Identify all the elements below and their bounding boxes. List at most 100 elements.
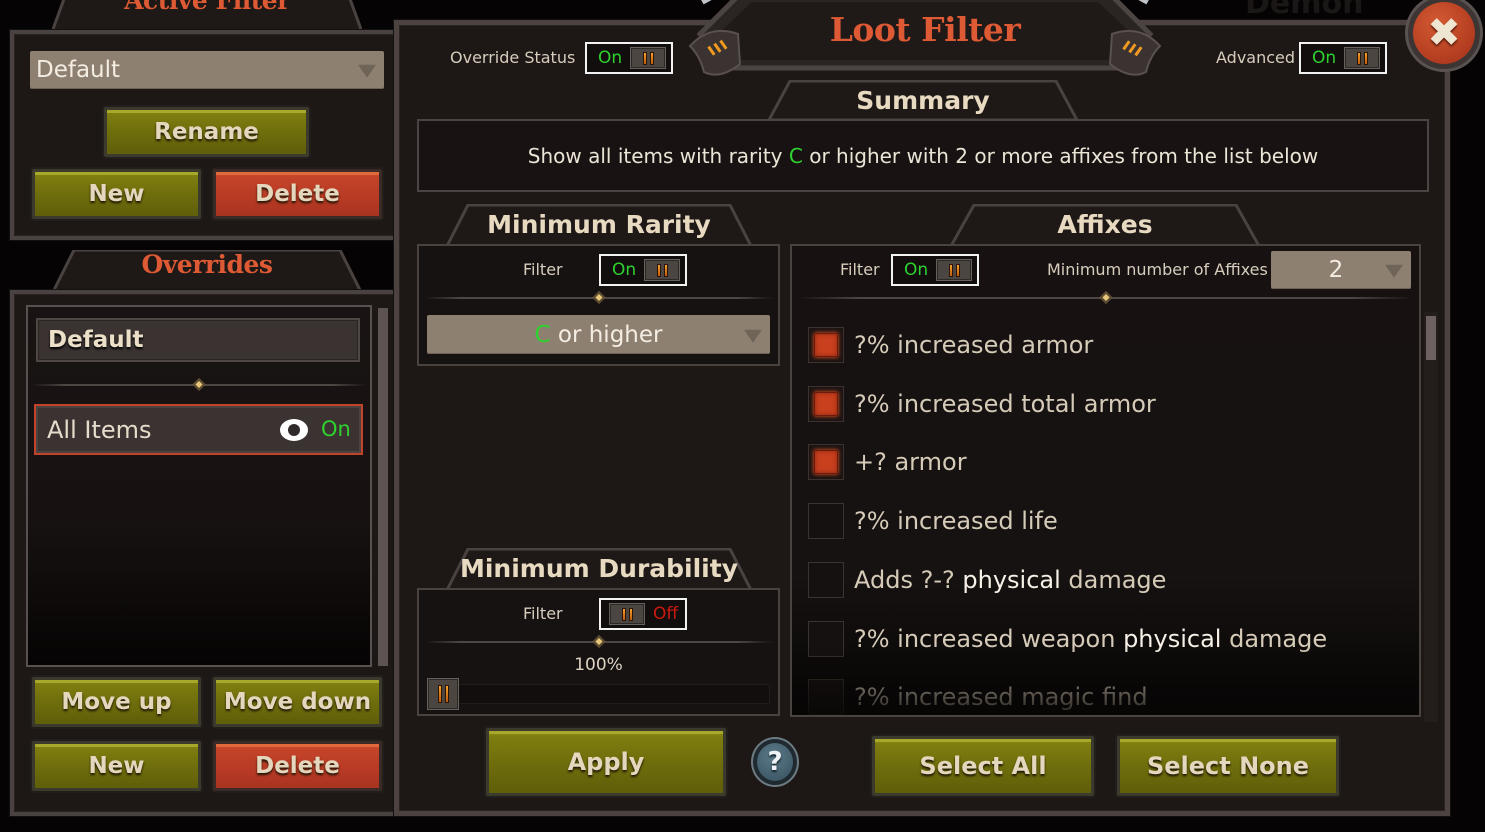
override-item-status: On xyxy=(321,417,351,441)
question-mark-icon: ? xyxy=(757,743,793,781)
rename-filter-button[interactable]: Rename xyxy=(104,107,309,157)
affix-label-part: Adds ?-? xyxy=(854,565,963,594)
toggle-knob-icon xyxy=(609,603,645,625)
override-item-label: Default xyxy=(48,327,144,353)
affix-label-part: ?% increased armor xyxy=(854,331,1094,359)
summary-box: Show all items with rarity C or higher w… xyxy=(417,119,1429,192)
summary-rarity: C xyxy=(788,143,803,168)
rarity-filter-label: Filter xyxy=(523,260,563,279)
chevron-down-icon xyxy=(358,64,376,78)
affix-label: ?% increased armor xyxy=(854,331,1093,359)
min-affixes-value: 2 xyxy=(1328,257,1344,283)
affixes-divider xyxy=(798,291,1413,304)
affix-label: +? armor xyxy=(854,448,967,476)
check-mark-icon xyxy=(814,391,838,416)
check-mark-icon xyxy=(814,333,838,357)
check-mark-icon xyxy=(814,450,838,475)
move-down-button[interactable]: Move down xyxy=(213,677,382,727)
summary-text-after: or higher with 2 or more affixes from th… xyxy=(802,143,1319,168)
chevron-down-icon xyxy=(1385,264,1403,278)
close-x-icon: ✖ xyxy=(1413,2,1475,64)
affix-label-part: physical xyxy=(962,565,1061,594)
override-status-label: Override Status xyxy=(450,48,576,67)
affix-label: ?% increased total armor xyxy=(854,390,1156,418)
minimum-rarity-tab: Minimum Rarity xyxy=(446,204,752,246)
affix-row[interactable]: ?% increased life xyxy=(808,502,1058,540)
min-affixes-dropdown[interactable]: 2 xyxy=(1271,251,1411,289)
checkbox-checked[interactable] xyxy=(808,444,844,481)
checkbox-checked[interactable] xyxy=(808,385,844,422)
new-filter-button[interactable]: New xyxy=(32,169,201,219)
close-button[interactable]: ✖ xyxy=(1405,0,1483,72)
affixes-filter-label: Filter xyxy=(840,260,880,279)
durability-value: 100% xyxy=(574,655,623,675)
rarity-filter-toggle[interactable]: On xyxy=(599,254,687,286)
active-filter-dropdown[interactable]: Default xyxy=(30,51,384,89)
active-filter-selected: Default xyxy=(36,57,121,83)
rarity-dropdown[interactable]: C or higher xyxy=(427,315,770,354)
toggle-knob-icon xyxy=(644,259,681,281)
minimum-durability-title: Minimum Durability xyxy=(459,554,738,583)
min-affixes-label: Minimum number of Affixes xyxy=(1047,260,1268,279)
rarity-divider xyxy=(425,291,773,304)
eye-visibility-icon[interactable] xyxy=(280,419,308,441)
affixes-scroll-thumb[interactable] xyxy=(1426,316,1436,360)
checkbox-checked[interactable] xyxy=(808,327,844,363)
select-none-button[interactable]: Select None xyxy=(1117,736,1339,796)
delete-filter-button[interactable]: Delete xyxy=(213,169,382,219)
list-fade xyxy=(792,645,1419,715)
toggle-knob-icon xyxy=(936,259,973,281)
affix-label-part: damage xyxy=(1060,565,1167,594)
toggle-state: On xyxy=(904,260,929,280)
affixes-scrollbar[interactable] xyxy=(1424,312,1438,722)
checkbox-unchecked[interactable] xyxy=(808,503,844,540)
move-up-button[interactable]: Move up xyxy=(32,677,201,727)
durability-filter-label: Filter xyxy=(523,604,563,623)
minimum-durability-tab: Minimum Durability xyxy=(446,548,752,590)
override-item-label: All Items xyxy=(47,415,152,444)
summary-text-before: Show all items with rarity xyxy=(527,143,789,168)
loot-filter-title: Loot Filter xyxy=(829,10,1021,49)
select-all-button[interactable]: Select All xyxy=(872,736,1094,796)
slider-handle[interactable] xyxy=(427,678,459,710)
affix-label-part: +? armor xyxy=(854,448,967,477)
active-filter-title: Active Filter xyxy=(124,0,290,15)
toggle-state: On xyxy=(612,260,637,280)
overrides-scrollbar[interactable] xyxy=(378,308,388,666)
toggle-state: Off xyxy=(653,604,679,624)
override-item-default[interactable]: Default xyxy=(36,318,360,362)
rarity-selected-suffix: or higher xyxy=(550,321,663,348)
affixes-title: Affixes xyxy=(1057,210,1153,239)
durability-filter-toggle[interactable]: Off xyxy=(599,598,687,630)
durability-slider[interactable] xyxy=(427,678,770,710)
advanced-label: Advanced xyxy=(1216,48,1296,67)
affix-row[interactable]: ?% increased armor xyxy=(808,326,1093,364)
override-item-all-items[interactable]: All Items On xyxy=(34,404,363,455)
help-button[interactable]: ? xyxy=(751,737,799,787)
new-override-button[interactable]: New xyxy=(32,741,201,791)
active-filter-tab: Active Filter xyxy=(52,0,362,32)
affix-label: Adds ?-? physical damage xyxy=(854,566,1166,594)
affixes-box: ?% increased armor ?% increased total arm… xyxy=(790,244,1421,717)
checkbox-unchecked[interactable] xyxy=(808,561,844,598)
affix-row[interactable]: Adds ?-? physical damage xyxy=(808,561,1166,599)
toggle-state: On xyxy=(1312,48,1337,68)
advanced-toggle[interactable]: On xyxy=(1299,42,1387,74)
overrides-divider xyxy=(32,378,366,391)
minimum-rarity-title: Minimum Rarity xyxy=(487,210,711,239)
background-ghost-text: Demon xyxy=(1245,0,1364,21)
affix-row[interactable]: ?% increased total armor xyxy=(808,385,1156,423)
summary-title: Summary xyxy=(856,86,990,115)
affix-label: ?% increased life xyxy=(854,507,1058,535)
toggle-knob-icon xyxy=(1344,47,1381,69)
delete-override-button[interactable]: Delete xyxy=(213,741,382,791)
override-status-toggle[interactable]: On xyxy=(585,42,673,74)
affix-row[interactable]: +? armor xyxy=(808,443,967,481)
toggle-knob-icon xyxy=(630,47,667,69)
summary-tab: Summary xyxy=(768,80,1078,120)
affixes-filter-toggle[interactable]: On xyxy=(891,254,979,286)
chevron-down-icon xyxy=(744,329,762,343)
rarity-selected-grade: C xyxy=(534,321,551,348)
apply-button[interactable]: Apply xyxy=(486,728,726,796)
durability-divider xyxy=(425,635,773,648)
